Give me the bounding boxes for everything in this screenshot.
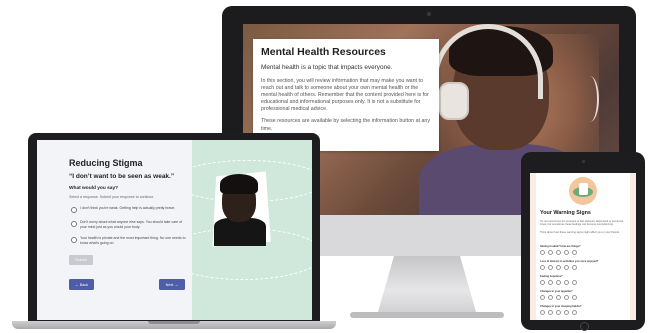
tablet-intro-1: It’s not uncommon for someone to feel st… (540, 220, 624, 227)
woman-hair (220, 174, 258, 194)
submit-button[interactable]: Submit (69, 255, 93, 265)
response-option-3[interactable]: Your health is private and the most impo… (71, 236, 187, 245)
page-title: Reducing Stigma (69, 158, 143, 168)
warning-question: Having trouble? How are things? (540, 245, 581, 248)
desktop-stand (377, 256, 477, 314)
wellness-illustration-icon (569, 177, 597, 205)
camera-icon (582, 160, 585, 163)
scenario-quote: “I don’t want to be seen as weak.” (69, 173, 175, 180)
headphones-icon (439, 82, 469, 120)
decorative-squiggle (581, 76, 599, 122)
warning-question: Changes in your appetite? (540, 290, 573, 293)
laptop-notch (148, 321, 200, 324)
response-option-label: I don’t think you’re weak. Getting help … (80, 206, 176, 210)
rating-scale[interactable] (540, 250, 577, 255)
tablet-content: Your Warning Signs It’s not uncommon for… (536, 173, 630, 320)
warning-question: Changes in your sleeping habits? (540, 305, 582, 308)
response-option-1[interactable]: I don’t think you’re weak. Getting help … (71, 206, 187, 213)
radio-icon[interactable] (71, 206, 77, 213)
warning-question: Loss of interest in activities you once … (540, 260, 599, 263)
next-button[interactable]: Next → (159, 279, 185, 290)
question-panel: Reducing Stigma “I don’t want to be seen… (37, 140, 192, 320)
warning-question: Feeling hopeless? (540, 275, 563, 278)
camera-icon (427, 12, 431, 16)
resources-title: Mental Health Resources (261, 46, 386, 58)
resources-lead: Mental health is a topic that impacts ev… (261, 64, 393, 71)
rating-scale[interactable] (540, 265, 577, 270)
response-option-label: Your health is private and the most impo… (80, 236, 186, 245)
woman-shirt (214, 218, 266, 246)
instruction-text: Select a response. Submit your response … (69, 195, 155, 199)
cup-icon (579, 183, 588, 195)
home-button-icon (580, 322, 589, 331)
desktop-foot (350, 312, 504, 318)
rating-scale[interactable] (540, 280, 577, 285)
illustration-panel (192, 140, 312, 320)
tablet-title: Your Warning Signs (540, 210, 591, 216)
resources-body: In this section, you will review informa… (261, 77, 429, 113)
question-label: What would you say? (69, 186, 119, 191)
radio-icon[interactable] (71, 220, 77, 227)
response-option-2[interactable]: Don’t worry about what anyone else says.… (71, 220, 187, 229)
laptop-screen: Reducing Stigma “I don’t want to be seen… (37, 140, 312, 320)
tablet-intro-2: Think about how these warning signs migh… (540, 231, 620, 234)
rating-scale[interactable] (540, 295, 577, 300)
rating-scale[interactable] (540, 310, 577, 315)
resources-footer: These resources are available by selecti… (261, 118, 431, 132)
response-option-label: Don’t worry about what anyone else says.… (80, 220, 183, 229)
back-button[interactable]: ← Back (69, 279, 94, 290)
tablet-screen: Your Warning Signs It’s not uncommon for… (530, 173, 636, 320)
radio-icon[interactable] (71, 236, 77, 243)
